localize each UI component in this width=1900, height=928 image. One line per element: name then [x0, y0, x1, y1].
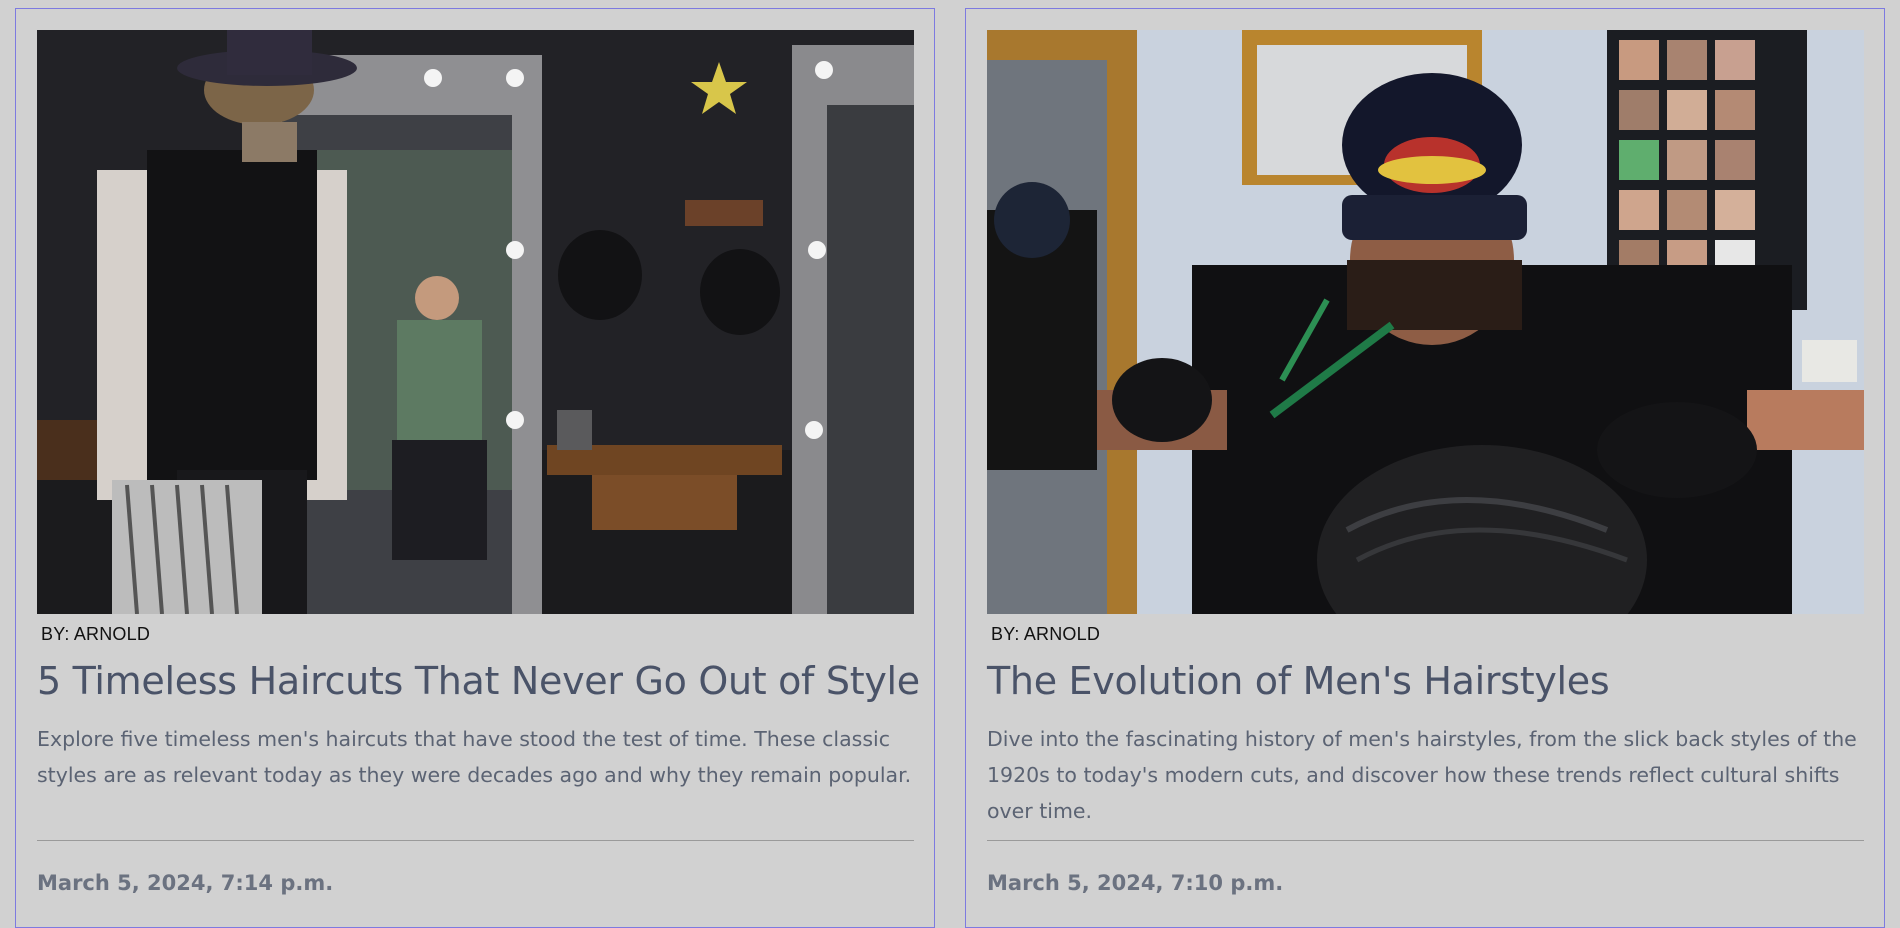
blog-post-card[interactable]: BY: ARNOLD The Evolution of Men's Hairst… [965, 8, 1885, 928]
post-date: March 5, 2024, 7:14 p.m. [37, 871, 334, 895]
post-excerpt: Explore five timeless men's haircuts tha… [37, 727, 912, 787]
post-author: BY: ARNOLD [41, 624, 151, 644]
post-title[interactable]: The Evolution of Men's Hairstyles [987, 659, 1867, 703]
post-title[interactable]: 5 Timeless Haircuts That Never Go Out of… [37, 659, 920, 703]
post-excerpt: Dive into the fascinating history of men… [987, 727, 1857, 823]
post-author: BY: ARNOLD [991, 624, 1101, 644]
post-date: March 5, 2024, 7:10 p.m. [987, 871, 1284, 895]
post-image[interactable] [987, 30, 1864, 614]
divider [37, 840, 914, 841]
divider [987, 840, 1864, 841]
blog-post-card[interactable]: BY: ARNOLD 5 Timeless Haircuts That Neve… [15, 8, 935, 928]
post-image[interactable] [37, 30, 914, 614]
